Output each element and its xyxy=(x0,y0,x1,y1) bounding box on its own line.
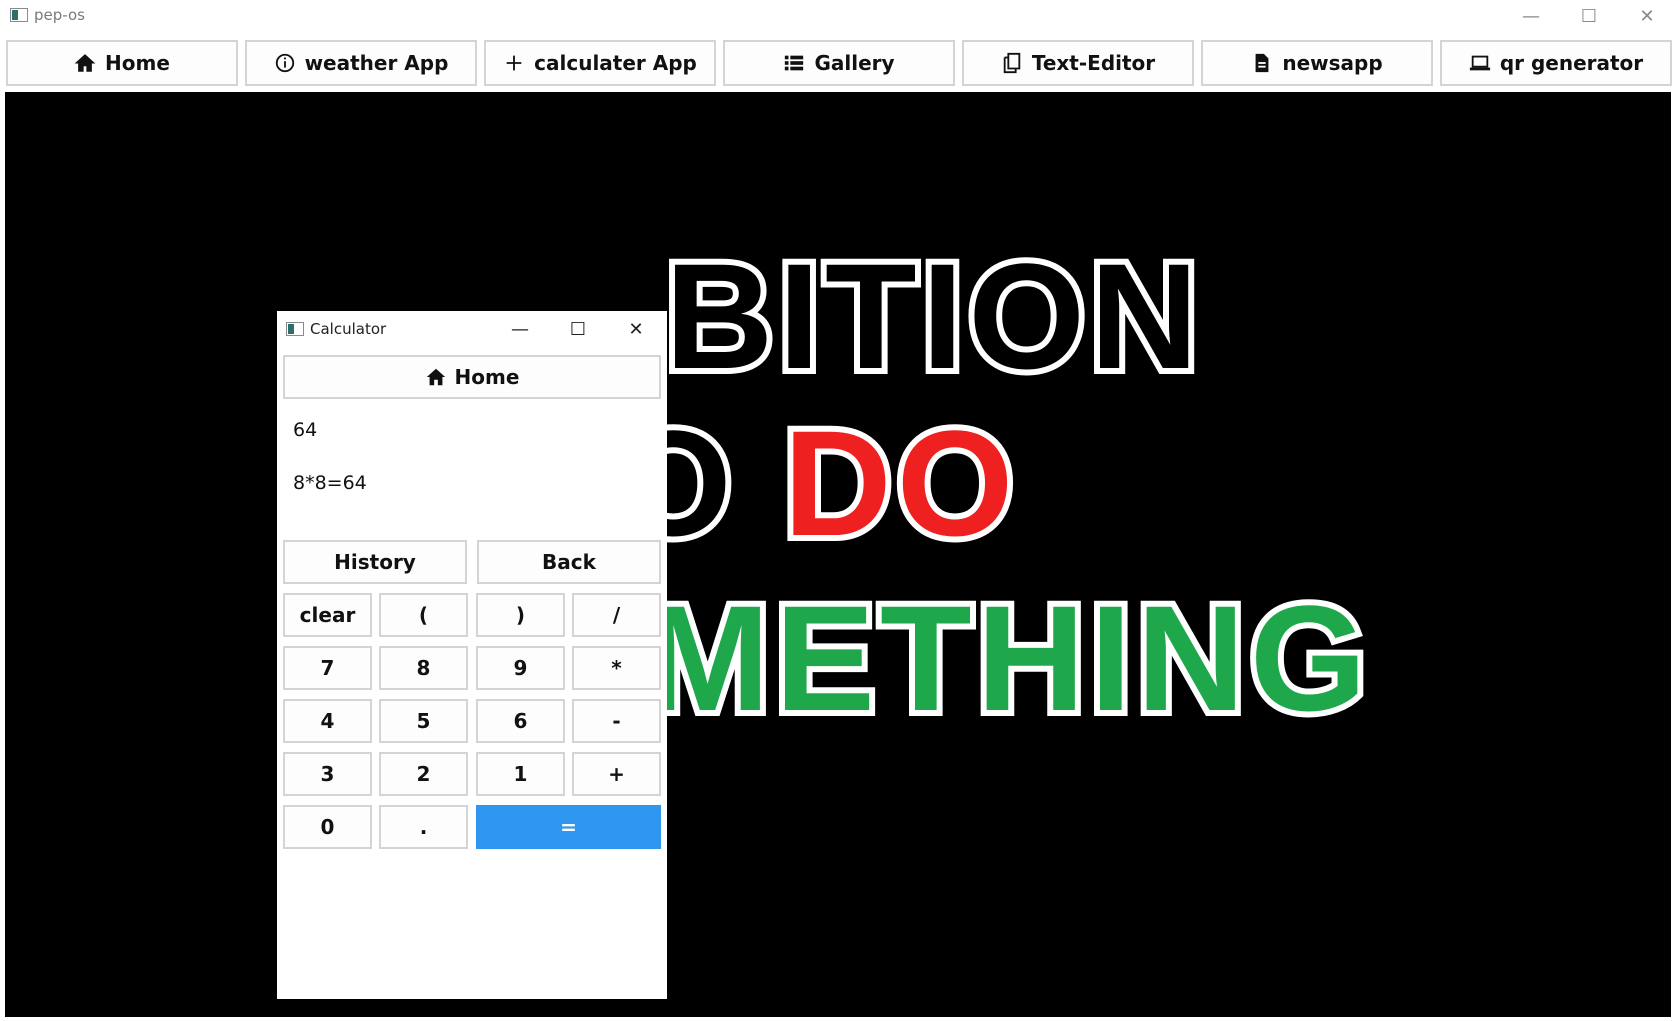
nav-qr-generator-button[interactable]: qr generator xyxy=(1440,40,1672,86)
digit-2-button[interactable]: 2 xyxy=(379,752,468,796)
list-icon xyxy=(785,55,804,71)
app-icon xyxy=(10,8,28,22)
info-icon xyxy=(275,53,294,73)
laptop-icon xyxy=(1469,55,1490,71)
maximize-button[interactable]: ☐ xyxy=(1560,0,1618,32)
nav-text-editor-button[interactable]: Text-Editor xyxy=(962,40,1194,86)
equals-button[interactable]: = xyxy=(476,805,661,849)
wallpaper-text-line-3: METHING xyxy=(639,568,1373,748)
close-paren-button[interactable]: ) xyxy=(476,593,565,637)
plus-icon xyxy=(506,55,522,71)
nav-home-label: Home xyxy=(105,51,170,75)
nav-newsapp-button[interactable]: newsapp xyxy=(1201,40,1433,86)
calculator-home-label: Home xyxy=(454,365,520,389)
minus-button[interactable]: - xyxy=(572,699,661,743)
plus-button[interactable]: + xyxy=(572,752,661,796)
digit-8-button[interactable]: 8 xyxy=(379,646,468,690)
open-paren-button[interactable]: ( xyxy=(379,593,468,637)
home-icon xyxy=(426,368,445,386)
calculator-minimize-button[interactable]: — xyxy=(491,311,549,347)
calculator-close-button[interactable]: ✕ xyxy=(607,311,665,347)
document-icon xyxy=(1255,53,1269,73)
nav-gallery-label: Gallery xyxy=(814,51,895,75)
digit-1-button[interactable]: 1 xyxy=(476,752,565,796)
calculator-result: 64 xyxy=(293,419,318,441)
digit-5-button[interactable]: 5 xyxy=(379,699,468,743)
nav-gallery-button[interactable]: Gallery xyxy=(723,40,955,86)
desktop-background: BITION O DO METHING Calculator — ☐ ✕ Hom… xyxy=(5,92,1671,1017)
digit-7-button[interactable]: 7 xyxy=(283,646,372,690)
multiply-button[interactable]: * xyxy=(572,646,661,690)
calculator-expression: 8*8=64 xyxy=(293,472,367,494)
digit-3-button[interactable]: 3 xyxy=(283,752,372,796)
clear-button[interactable]: clear xyxy=(283,593,372,637)
digit-4-button[interactable]: 4 xyxy=(283,699,372,743)
history-button[interactable]: History xyxy=(283,540,467,584)
back-button[interactable]: Back xyxy=(477,540,661,584)
nav-weather-label: weather App xyxy=(304,51,449,75)
calculator-home-button[interactable]: Home xyxy=(283,355,661,399)
digit-6-button[interactable]: 6 xyxy=(476,699,565,743)
calculator-maximize-button[interactable]: ☐ xyxy=(549,311,607,347)
digit-0-button[interactable]: 0 xyxy=(283,805,372,849)
decimal-point-button[interactable]: . xyxy=(379,805,468,849)
nav-weather-button[interactable]: weather App xyxy=(245,40,477,86)
calculator-app-icon xyxy=(286,322,304,336)
nav-qr-generator-label: qr generator xyxy=(1499,51,1644,75)
minimize-button[interactable]: — xyxy=(1502,0,1560,32)
nav-calculator-label: calculater App xyxy=(534,51,697,75)
wallpaper-text-red: DO xyxy=(777,393,1019,573)
divide-button[interactable]: / xyxy=(572,593,661,637)
wallpaper-text-line-1: BITION xyxy=(659,226,1204,406)
window-title: pep-os xyxy=(34,6,85,24)
nav-newsapp-label: newsapp xyxy=(1282,51,1383,75)
calculator-window: Calculator — ☐ ✕ Home 64 8*8=64 History … xyxy=(277,311,667,999)
wallpaper-text-line-2: O DO xyxy=(609,393,1019,573)
nav-calculator-button[interactable]: calculater App xyxy=(484,40,716,86)
nav-home-button[interactable]: Home xyxy=(6,40,238,86)
calculator-title: Calculator xyxy=(310,320,387,338)
nav-text-editor-label: Text-Editor xyxy=(1031,51,1156,75)
app-navbar: Home weather App calculater App Gallery … xyxy=(6,40,1672,88)
home-icon xyxy=(74,54,96,72)
digit-9-button[interactable]: 9 xyxy=(476,646,565,690)
title-bar: pep-os — ☐ ✕ xyxy=(0,0,1677,32)
close-button[interactable]: ✕ xyxy=(1618,0,1676,32)
calculator-title-bar: Calculator — ☐ ✕ xyxy=(277,311,667,347)
copy-icon xyxy=(1003,52,1021,74)
